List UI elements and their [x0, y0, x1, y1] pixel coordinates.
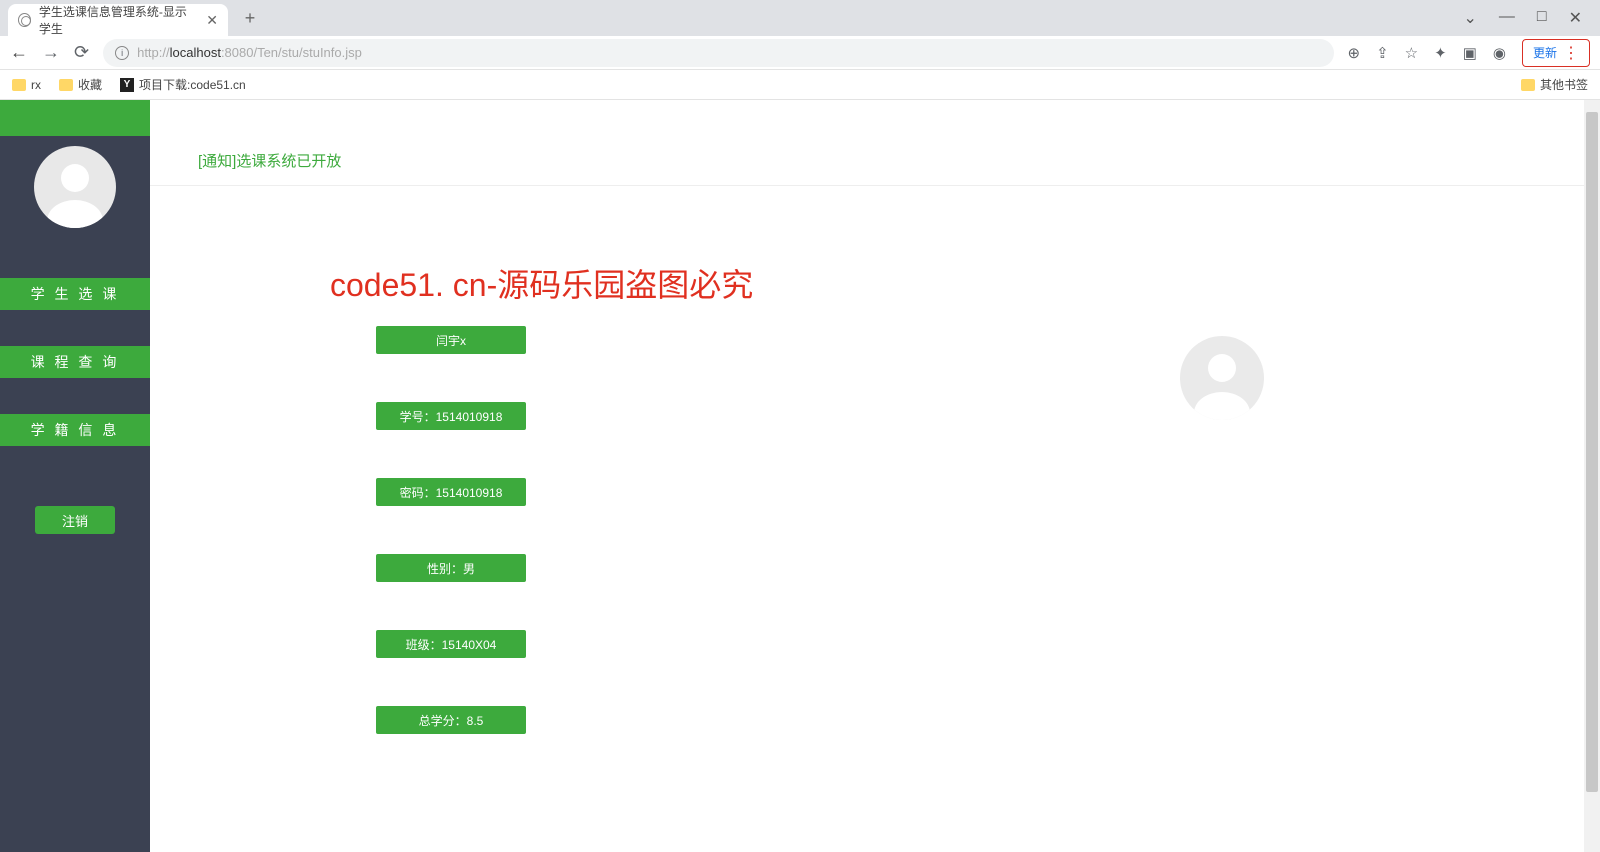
url-text: http://localhost:8080/Ten/stu/stuInfo.js…: [137, 45, 362, 60]
student-id: 学号：1514010918: [376, 402, 526, 430]
tab-title: 学生选课信息管理系统-显示学生: [39, 3, 194, 37]
folder-icon: [59, 79, 73, 91]
main-content: [通知]选课系统已开放 闫宇x 学号：1514010918 密码：1514010…: [150, 100, 1584, 852]
window-controls: ⌄ — □ ✕: [1464, 8, 1600, 28]
star-icon[interactable]: ☆: [1405, 44, 1418, 62]
bookmark-download[interactable]: Y项目下载:code51.cn: [120, 76, 246, 93]
extensions-icon[interactable]: ✦: [1434, 44, 1447, 62]
student-gender: 性别：男: [376, 554, 526, 582]
browser-tab-bar: 学生选课信息管理系统-显示学生 ✕ + ⌄ — □ ✕: [0, 0, 1600, 36]
folder-icon: [1521, 79, 1535, 91]
reload-button[interactable]: ⟳: [74, 42, 89, 63]
scrollbar[interactable]: [1584, 100, 1600, 852]
toolbar-icons: ⊕ ⇪ ☆ ✦ ▣ ◉ 更新: [1348, 39, 1590, 67]
search-icon[interactable]: ⊕: [1348, 44, 1361, 62]
browser-tab[interactable]: 学生选课信息管理系统-显示学生 ✕: [8, 4, 228, 36]
student-info-panel: 闫宇x 学号：1514010918 密码：1514010918 性别：男 班级：…: [150, 186, 1584, 734]
sidebar: 学 生 选 课 课 程 查 询 学 籍 信 息 注销: [0, 100, 150, 852]
logout-button[interactable]: 注销: [35, 506, 115, 534]
panel-icon[interactable]: ▣: [1463, 44, 1477, 62]
close-icon[interactable]: ✕: [1569, 8, 1582, 28]
update-button[interactable]: 更新: [1522, 39, 1590, 67]
minimize-icon[interactable]: —: [1499, 8, 1515, 28]
maximize-icon[interactable]: □: [1537, 8, 1547, 28]
sidebar-item-student-info[interactable]: 学 籍 信 息: [0, 414, 150, 446]
student-name: 闫宇x: [376, 326, 526, 354]
sidebar-item-course-query[interactable]: 课 程 查 询: [0, 346, 150, 378]
student-credit: 总学分：8.5: [376, 706, 526, 734]
notice-text: [通知]选课系统已开放: [198, 153, 341, 170]
folder-icon: [12, 79, 26, 91]
bookmark-fav[interactable]: 收藏: [59, 76, 102, 93]
new-tab-button[interactable]: +: [236, 4, 264, 32]
tab-close-icon[interactable]: ✕: [206, 12, 218, 29]
student-class: 班级：15140X04: [376, 630, 526, 658]
sidebar-avatar[interactable]: [34, 146, 116, 228]
profile-icon[interactable]: ◉: [1493, 44, 1506, 62]
scrollbar-thumb[interactable]: [1586, 112, 1598, 792]
sidebar-item-course-select[interactable]: 学 生 选 课: [0, 278, 150, 310]
browser-toolbar: ← → ⟳ i http://localhost:8080/Ten/stu/st…: [0, 36, 1600, 70]
notice-bar: [通知]选课系统已开放: [150, 136, 1584, 186]
site-info-icon[interactable]: i: [115, 46, 129, 60]
forward-button[interactable]: →: [42, 42, 60, 63]
student-password: 密码：1514010918: [376, 478, 526, 506]
chevron-down-icon[interactable]: ⌄: [1464, 8, 1477, 28]
content-avatar: [1180, 336, 1264, 420]
bookmark-rx[interactable]: rx: [12, 78, 41, 92]
y-icon: Y: [120, 78, 134, 92]
bookmarks-bar: rx 收藏 Y项目下载:code51.cn 其他书签: [0, 70, 1600, 100]
bookmark-other[interactable]: 其他书签: [1521, 76, 1588, 93]
share-icon[interactable]: ⇪: [1376, 44, 1389, 62]
globe-icon: [18, 13, 31, 27]
back-button[interactable]: ←: [10, 42, 28, 63]
app-body: 学 生 选 课 课 程 查 询 学 籍 信 息 注销 [通知]选课系统已开放 闫…: [0, 100, 1600, 852]
address-bar[interactable]: i http://localhost:8080/Ten/stu/stuInfo.…: [103, 39, 1333, 67]
